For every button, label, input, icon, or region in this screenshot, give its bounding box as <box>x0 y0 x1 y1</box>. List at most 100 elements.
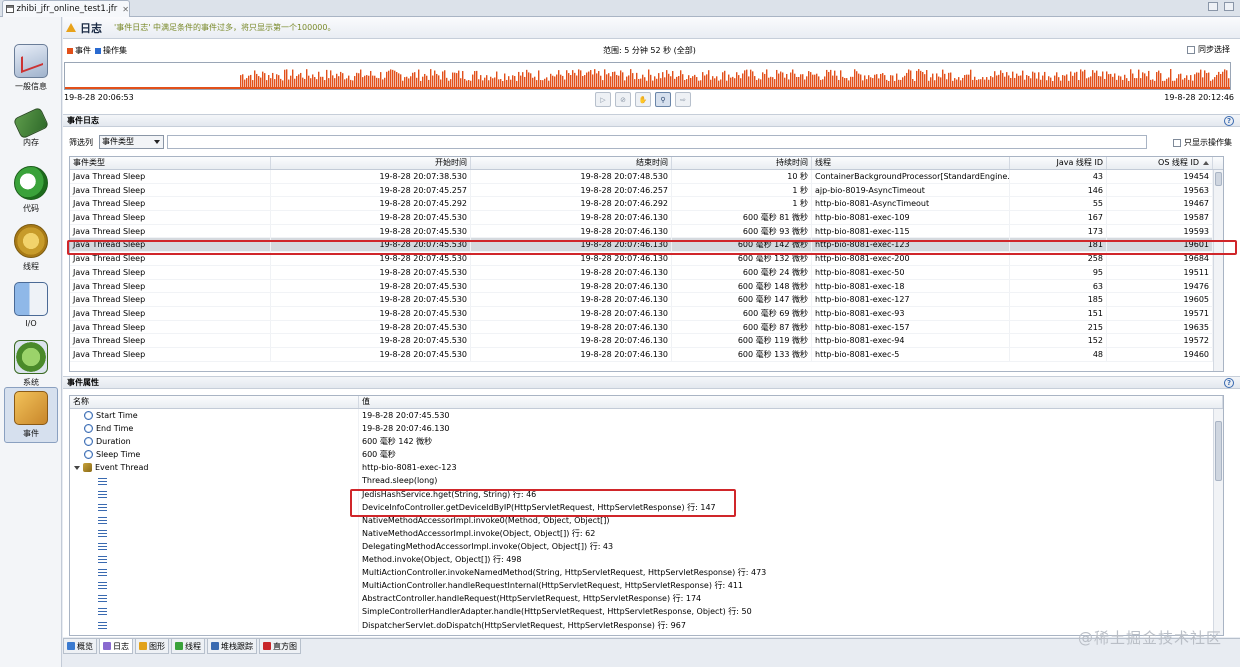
nav-item-events[interactable]: 事件 <box>4 387 58 443</box>
timeline-event-bar <box>1140 78 1142 89</box>
stack-frame-row[interactable]: NativeMethodAccessorImpl.invoke(Object, … <box>70 526 1223 540</box>
stack-frame-icon <box>98 542 107 550</box>
stack-frame-row[interactable]: MultiActionController.invokeNamedMethod(… <box>70 566 1223 580</box>
column-header-name[interactable]: 名称 <box>70 396 359 408</box>
scrollbar-thumb[interactable] <box>1215 172 1222 186</box>
property-row[interactable]: Sleep Time 600 毫秒 <box>70 448 1223 462</box>
zoom-out-button[interactable]: ⊘ <box>615 92 631 107</box>
property-row[interactable]: Event Thread http-bio-8081-exec-123 <box>70 461 1223 475</box>
stack-frame-row[interactable]: MultiActionController.handleRequestInter… <box>70 579 1223 593</box>
stack-frame-row[interactable]: Method.invoke(Object, Object[]) 行: 498 <box>70 553 1223 567</box>
stack-frame-row[interactable]: JedisHashService.hget(String, String) 行:… <box>70 487 1223 501</box>
close-icon[interactable]: ✕ <box>122 5 129 14</box>
nav-item-code[interactable]: 代码 <box>4 163 58 219</box>
table-row[interactable]: Java Thread Sleep 19-8-28 20:07:45.530 19-… <box>70 347 1223 362</box>
timeline-event-bar <box>412 72 414 89</box>
table-row[interactable]: Java Thread Sleep 19-8-28 20:07:45.257 19-… <box>70 183 1223 198</box>
table-row[interactable]: Java Thread Sleep 19-8-28 20:07:45.530 19-… <box>70 279 1223 294</box>
bottom-tab[interactable]: 直方图 <box>259 639 301 654</box>
stack-frame-row[interactable]: DispatcherServlet.doDispatch(HttpServlet… <box>70 618 1223 632</box>
only-ops-checkbox[interactable]: 只显示操作集 <box>1173 137 1232 148</box>
nav-item-general[interactable]: 一般信息 <box>4 41 58 97</box>
nav-item-memory[interactable]: 内存 <box>4 103 58 159</box>
timeline-event-bar <box>1020 75 1022 89</box>
property-row[interactable]: End Time 19-8-28 20:07:46.130 <box>70 422 1223 436</box>
timeline-event-bar <box>790 72 792 89</box>
timeline-event-bar <box>866 79 868 89</box>
bottom-tab[interactable]: 堆栈跟踪 <box>207 639 257 654</box>
timeline-event-bar <box>358 73 360 89</box>
column-header-end[interactable]: 结束时间 <box>471 157 672 169</box>
table-row[interactable]: Java Thread Sleep 19-8-28 20:07:45.530 19-… <box>70 306 1223 321</box>
stack-frame-row[interactable]: DeviceInfoController.getDeviceIdByIP(Htt… <box>70 500 1223 514</box>
event-timeline[interactable] <box>64 62 1231 90</box>
help-icon[interactable]: ? <box>1224 116 1234 126</box>
property-row[interactable]: Start Time 19-8-28 20:07:45.530 <box>70 409 1223 423</box>
timeline-event-bar <box>306 69 308 89</box>
column-header-java-thread-id[interactable]: Java 线程 ID <box>1010 157 1107 169</box>
checkbox[interactable] <box>1187 45 1195 54</box>
nav-item-system[interactable]: 系统 <box>4 337 58 393</box>
timeline-event-bar <box>690 77 692 89</box>
timeline-event-bar <box>400 74 402 89</box>
pan-button[interactable]: ✋ <box>635 92 651 107</box>
maximize-button[interactable] <box>1224 2 1234 11</box>
stack-frame: DispatcherServlet.doDispatch(HttpServlet… <box>362 620 686 630</box>
stack-frame-row[interactable]: NativeMethodAccessorImpl.invoke0(Method,… <box>70 513 1223 527</box>
timeline-event-bar <box>1212 79 1214 89</box>
timeline-event-bar <box>1142 72 1144 89</box>
stack-frame-row[interactable]: Thread.sleep(long) <box>70 474 1223 488</box>
timeline-event-bar <box>946 79 948 89</box>
scrollbar-thumb[interactable] <box>1215 421 1222 481</box>
timeline-event-bar <box>482 80 484 89</box>
column-header-duration[interactable]: 持续时间 <box>672 157 812 169</box>
sync-selection-checkbox[interactable]: 同步选择 <box>1187 44 1230 55</box>
vertical-scrollbar[interactable] <box>1213 170 1223 371</box>
expand-toggle-icon[interactable] <box>74 465 80 470</box>
column-header-thread[interactable]: 线程 <box>812 157 1010 169</box>
filter-input[interactable] <box>167 135 1147 149</box>
zoom-in-button[interactable]: ▷ <box>595 92 611 107</box>
table-row[interactable]: Java Thread Sleep 19-8-28 20:07:38.530 19-… <box>70 170 1223 184</box>
vertical-scrollbar[interactable] <box>1213 409 1223 635</box>
column-header-os-thread-id[interactable]: OS 线程 ID <box>1107 157 1213 169</box>
table-row[interactable]: Java Thread Sleep 19-8-28 20:07:45.530 19-… <box>70 334 1223 348</box>
zoom-select-button[interactable]: ⚲ <box>655 92 671 107</box>
cell-thread: http-bio-8081-exec-109 <box>812 211 1010 224</box>
timeline-event-bar <box>792 69 794 89</box>
nav-item-io[interactable]: I/O <box>4 279 58 335</box>
table-row[interactable]: Java Thread Sleep 19-8-28 20:07:45.530 19-… <box>70 265 1223 280</box>
timeline-start-time: 19-8-28 20:06:53 <box>64 93 134 102</box>
table-row[interactable]: Java Thread Sleep 19-8-28 20:07:45.530 19-… <box>70 293 1223 307</box>
table-row[interactable]: Java Thread Sleep 19-8-28 20:07:45.530 19-… <box>70 224 1223 239</box>
bottom-tab[interactable]: 日志 <box>99 639 133 654</box>
property-row[interactable]: Duration 600 毫秒 142 微秒 <box>70 435 1223 449</box>
column-header-value[interactable]: 值 <box>359 396 1223 408</box>
stack-frame-row[interactable]: AbstractController.handleRequest(HttpSer… <box>70 592 1223 606</box>
table-row[interactable]: Java Thread Sleep 19-8-28 20:07:45.530 19-… <box>70 320 1223 335</box>
column-header-type[interactable]: 事件类型 <box>70 157 271 169</box>
editor-tab[interactable]: zhibi_jfr_online_test1.jfr ✕ <box>2 0 130 17</box>
nav-item-thread[interactable]: 线程 <box>4 221 58 277</box>
help-icon[interactable]: ? <box>1224 378 1234 388</box>
bottom-tab[interactable]: 概览 <box>63 639 97 654</box>
bottom-tab[interactable]: 线程 <box>171 639 205 654</box>
timeline-event-bar <box>890 75 892 89</box>
stack-frame-row[interactable]: DelegatingMethodAccessorImpl.invoke(Obje… <box>70 539 1223 554</box>
table-row[interactable]: Java Thread Sleep 19-8-28 20:07:45.530 19-… <box>70 211 1223 225</box>
bottom-tab[interactable]: 图形 <box>135 639 169 654</box>
stack-frame-name-cell <box>70 487 359 501</box>
column-header-start[interactable]: 开始时间 <box>271 157 471 169</box>
timeline-event-bar <box>638 78 640 89</box>
minimize-button[interactable] <box>1208 2 1218 11</box>
reset-zoom-button[interactable]: ⇨ <box>675 92 691 107</box>
table-row[interactable]: Java Thread Sleep 19-8-28 20:07:45.530 19-… <box>70 252 1223 266</box>
table-row-selected[interactable]: Java Thread Sleep 19-8-28 20:07:45.530 19-… <box>70 238 1223 253</box>
stack-frame-row[interactable]: SimpleControllerHandlerAdapter.handle(Ht… <box>70 605 1223 619</box>
table-row[interactable]: Java Thread Sleep 19-8-28 20:07:45.292 19-… <box>70 197 1223 212</box>
timeline-event-bar <box>1146 76 1148 89</box>
checkbox[interactable] <box>1173 138 1181 147</box>
filter-column-select[interactable]: 事件类型 <box>99 135 164 149</box>
timeline-event-bar <box>916 70 918 89</box>
cell-os-thread-id: 19460 <box>1107 347 1213 361</box>
